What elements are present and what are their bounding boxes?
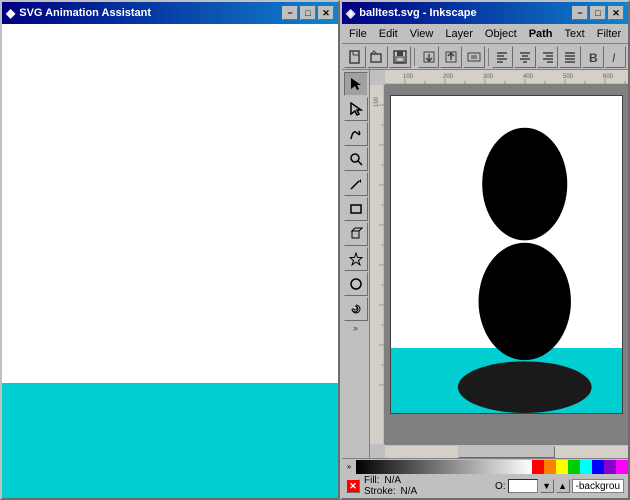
fill-stroke-info: Fill: N/A Stroke: N/A: [364, 475, 491, 497]
right-inner: » 100 200 300 400: [342, 70, 628, 458]
tool-zoom[interactable]: [344, 147, 368, 171]
tb-align-center[interactable]: [514, 46, 536, 68]
menu-file[interactable]: File: [344, 27, 372, 41]
tb-export2[interactable]: [463, 46, 485, 68]
tool-node[interactable]: [344, 97, 368, 121]
svg-text:200: 200: [443, 74, 454, 80]
stroke-info: Stroke: N/A: [364, 486, 491, 497]
left-ruler: 100: [370, 85, 385, 444]
swatch-yellow[interactable]: [556, 460, 568, 474]
svg-text:100: 100: [403, 74, 414, 80]
tb-bold[interactable]: B: [582, 46, 604, 68]
right-titlebar-buttons: − □ ✕: [572, 6, 624, 20]
left-minimize-button[interactable]: −: [282, 6, 298, 20]
left-close-button[interactable]: ✕: [318, 6, 334, 20]
menu-path[interactable]: Path: [524, 27, 558, 41]
hscroll-thumb[interactable]: [458, 446, 555, 458]
color-bar: »: [342, 459, 628, 475]
toolbar-separator-2: [488, 48, 489, 66]
horizontal-scrollbar[interactable]: [385, 444, 628, 458]
color-bar-expand[interactable]: »: [342, 460, 356, 474]
top-ruler: 100 200 300 400 500 600: [385, 70, 628, 85]
tb-open[interactable]: [367, 46, 389, 68]
tool-rectangle[interactable]: [344, 197, 368, 221]
tb-import[interactable]: [418, 46, 440, 68]
right-window-title: balltest.svg - Inkscape: [359, 7, 476, 19]
right-titlebar: ◈ balltest.svg - Inkscape − □ ✕: [342, 2, 628, 24]
main-area: 100: [370, 85, 628, 444]
tb-align-right[interactable]: [537, 46, 559, 68]
tool-3d-box[interactable]: [344, 222, 368, 246]
left-titlebar: ◆ SVG Animation Assistant − □ ✕: [2, 2, 338, 24]
main-toolbar: B I: [342, 44, 628, 70]
tool-star[interactable]: [344, 247, 368, 271]
left-titlebar-buttons: − □ ✕: [282, 6, 334, 20]
canvas-area[interactable]: [385, 85, 628, 444]
right-close-button[interactable]: ✕: [608, 6, 624, 20]
right-maximize-button[interactable]: □: [590, 6, 606, 20]
tb-new[interactable]: [344, 46, 366, 68]
toolbar-separator-1: [414, 48, 415, 66]
menu-layer[interactable]: Layer: [440, 27, 478, 41]
tb-justify[interactable]: [559, 46, 581, 68]
swatch-magenta[interactable]: [616, 460, 628, 474]
ruler-area: 100 200 300 400 500 600: [370, 70, 628, 458]
left-canvas: [2, 24, 338, 498]
svg-text:600: 600: [603, 74, 614, 80]
opacity-up-button[interactable]: ▲: [556, 479, 570, 493]
tool-select[interactable]: [344, 72, 368, 96]
menu-object[interactable]: Object: [480, 27, 522, 41]
status-bar: » ✕ Fill: N/A: [342, 458, 628, 498]
tb-align-left[interactable]: [492, 46, 514, 68]
background-label: -backgrou: [572, 479, 624, 493]
svg-text:500: 500: [563, 74, 574, 80]
tb-italic[interactable]: I: [605, 46, 627, 68]
tool-palette: »: [342, 70, 370, 458]
swatch-cyan[interactable]: [580, 460, 592, 474]
right-minimize-button[interactable]: −: [572, 6, 588, 20]
color-strip: [356, 460, 628, 474]
menu-edit[interactable]: Edit: [374, 27, 403, 41]
menu-filter[interactable]: Filter: [592, 27, 626, 41]
fill-info: Fill: N/A: [364, 475, 491, 486]
swatch-orange[interactable]: [544, 460, 556, 474]
swatch-purple[interactable]: [604, 460, 616, 474]
svg-text:400: 400: [523, 74, 534, 80]
svg-animation-assistant-window: ◆ SVG Animation Assistant − □ ✕: [0, 0, 340, 500]
menu-view[interactable]: View: [405, 27, 439, 41]
tb-save[interactable]: [389, 46, 411, 68]
left-window-title: SVG Animation Assistant: [19, 7, 151, 19]
svg-canvas: [390, 95, 623, 414]
tool-spiral[interactable]: [344, 297, 368, 321]
opacity-input[interactable]: [508, 479, 538, 493]
left-title-icon: ◆: [6, 6, 15, 20]
tool-ellipse[interactable]: [344, 272, 368, 296]
tb-export[interactable]: [440, 46, 462, 68]
menu-bar: File Edit View Layer Object Path Text Fi…: [342, 24, 628, 44]
opacity-down-button[interactable]: ▼: [540, 479, 554, 493]
swatch-red[interactable]: [532, 460, 544, 474]
right-title-icon: ◈: [346, 6, 355, 20]
expand-tools-button[interactable]: »: [345, 322, 367, 334]
status-row: ✕ Fill: N/A Stroke: N/A O: ▼ ▲ -backgrou: [342, 475, 628, 498]
cyan-bar: [2, 383, 338, 498]
no-fill-button[interactable]: ✕: [346, 479, 360, 493]
inkscape-window: ◈ balltest.svg - Inkscape − □ ✕ File Edi…: [340, 0, 630, 500]
svg-text:B: B: [589, 51, 598, 64]
svg-text:I: I: [612, 51, 616, 64]
svg-text:100: 100: [374, 96, 380, 107]
hscroll-track[interactable]: [385, 446, 628, 458]
swatch-blue[interactable]: [592, 460, 604, 474]
grayscale-gradient[interactable]: [356, 460, 532, 474]
opacity-controls: O: ▼ ▲ -backgrou: [495, 479, 624, 493]
svg-text:300: 300: [483, 74, 494, 80]
tool-pencil[interactable]: [344, 172, 368, 196]
tool-tweak[interactable]: [344, 122, 368, 146]
left-maximize-button[interactable]: □: [300, 6, 316, 20]
swatch-green[interactable]: [568, 460, 580, 474]
menu-text[interactable]: Text: [560, 27, 590, 41]
